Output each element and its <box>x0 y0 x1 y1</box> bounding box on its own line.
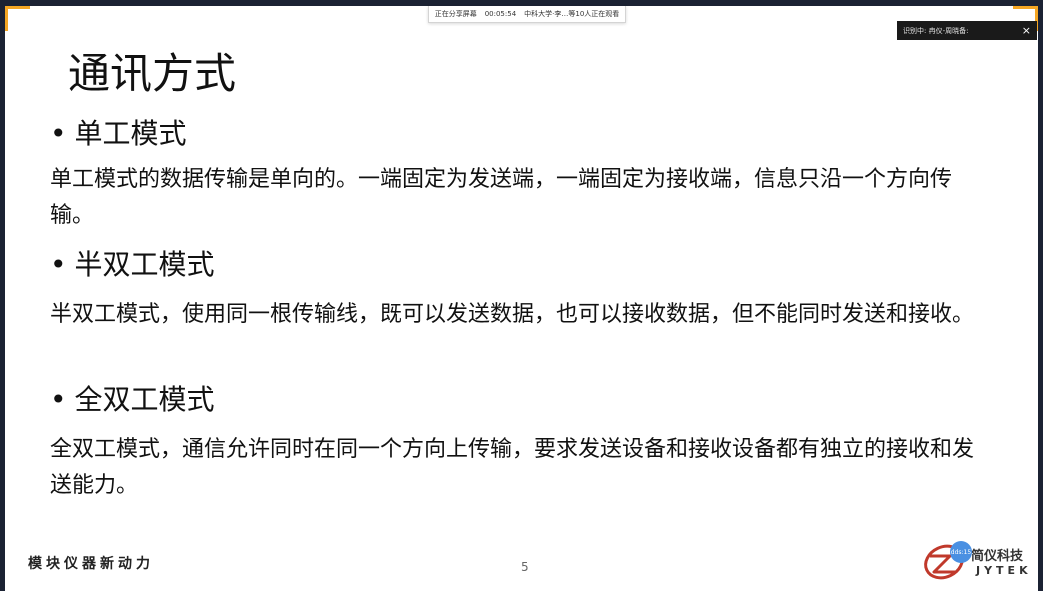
logo-cn-text: 简仪科技 <box>971 549 1024 564</box>
company-logo: 简仪科技 JYTEK <box>920 538 1035 586</box>
screen-share-bar[interactable]: 正在分享屏幕 00:05:54 中科大学·李…等10人正在观看 <box>428 6 626 23</box>
bullet-dot: • <box>50 248 67 281</box>
share-timer: 00:05:54 <box>484 10 517 18</box>
paragraph-half-duplex: 半双工模式，使用同一根传输线，既可以发送数据，也可以接收数据，但不能同时发送和接… <box>50 302 975 327</box>
page-number: 5 <box>521 560 529 574</box>
share-participants[interactable]: 中科大学·李…等10人正在观看 <box>524 9 619 19</box>
participant-avatar[interactable]: dds:15 <box>950 541 972 563</box>
close-icon[interactable]: × <box>1022 24 1031 37</box>
bullet-half-duplex: • 半双工模式 <box>50 243 215 283</box>
share-status: 正在分享屏幕 <box>434 10 477 18</box>
bullet-half-duplex-label: 半双工模式 <box>74 248 215 281</box>
live-caption-bar: 识别中: 冉仪-周晓备: × <box>897 21 1037 40</box>
footer-slogan: 模块仪器新动力 <box>28 556 154 572</box>
bullet-simplex-label: 单工模式 <box>74 117 187 150</box>
bullet-dot: • <box>50 383 67 416</box>
logo-en-text: JYTEK <box>976 564 1032 577</box>
slide-title: 通讯方式 <box>68 49 237 98</box>
paragraph-full-duplex: 全双工模式，通信允许同时在同一个方向上传输，要求发送设备和接收设备都有独立的接收… <box>50 437 975 498</box>
slide-corner-top-left <box>5 6 30 31</box>
bullet-dot: • <box>50 117 67 150</box>
bullet-simplex: • 单工模式 <box>50 112 187 152</box>
bullet-full-duplex: • 全双工模式 <box>50 378 215 418</box>
bullet-full-duplex-label: 全双工模式 <box>74 383 215 416</box>
paragraph-simplex: 单工模式的数据传输是单向的。一端固定为发送端，一端固定为接收端，信息只沿一个方向… <box>50 167 953 228</box>
caption-text: 识别中: 冉仪-周晓备: <box>903 26 969 35</box>
